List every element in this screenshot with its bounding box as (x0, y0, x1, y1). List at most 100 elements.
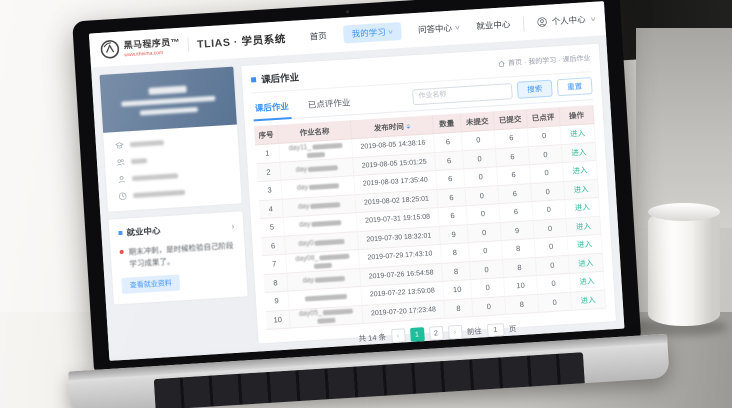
enter-link[interactable]: 进入 (579, 276, 595, 288)
nav-label: 问答中心 (418, 22, 453, 36)
unsubmitted-count: 0 (466, 204, 500, 225)
masked-class-info (140, 106, 198, 115)
nav-item-my-learning[interactable]: 我的学习 ∨ (343, 22, 401, 44)
search-button[interactable]: 搜索 (517, 80, 553, 99)
enter-link[interactable]: 进入 (572, 165, 588, 177)
col-unsubmitted: 未提交 (461, 111, 495, 132)
reset-button[interactable]: 重置 (557, 77, 593, 96)
photo-scene: 黑马程序员™ www.itheima.com TLIAS · 学员系统 首页 我… (0, 0, 732, 408)
chevron-down-icon: ∨ (589, 15, 596, 22)
action-cell: 进入 (561, 124, 596, 145)
job-notice-text: 期末冲刺，是时候检验自己阶段学习成果了。 (128, 240, 236, 270)
submitted-count: 6 (495, 128, 529, 149)
unsubmitted-count: 0 (469, 241, 503, 262)
total-count: 6 (436, 169, 465, 189)
enter-link[interactable]: 进入 (573, 183, 589, 195)
red-dot-icon (120, 250, 124, 254)
unsubmitted-count: 0 (465, 186, 499, 207)
nav-item-home[interactable]: 首页 (309, 30, 327, 43)
submitted-count: 9 (501, 221, 535, 242)
user-menu[interactable]: 个人中心 ∨ (514, 11, 595, 31)
row-index: 9 (265, 292, 290, 312)
tab-reviewed-homework[interactable]: 已点评作业 (305, 91, 353, 117)
submitted-count: 10 (504, 276, 538, 297)
divider (188, 37, 190, 52)
nav-item-job-center[interactable]: 就业中心 (476, 18, 511, 32)
enter-link[interactable]: 进入 (571, 146, 587, 158)
unsubmitted-count: 0 (468, 223, 502, 244)
reviewed-count: 0 (529, 145, 563, 166)
nav-label: 首页 (309, 30, 327, 43)
job-notice: 期末冲刺，是时候检验自己阶段学习成果了。 (119, 240, 236, 270)
unsubmitted-count: 0 (462, 130, 496, 151)
masked-homework-name: day05_ (299, 308, 354, 325)
laptop-screen: 黑马程序员™ www.itheima.com TLIAS · 学员系统 首页 我… (89, 1, 625, 361)
submitted-count: 6 (497, 165, 531, 186)
cup-body (648, 210, 720, 326)
view-job-materials-button[interactable]: 查看就业资料 (121, 275, 180, 295)
submitted-count: 6 (499, 202, 533, 223)
cup-top (648, 203, 720, 221)
reviewed-count: 0 (532, 200, 566, 221)
unsubmitted-count: 0 (470, 260, 504, 281)
main-nav: 首页 我的学习 ∨ 问答中心 ∨ 就业中心 (309, 15, 511, 46)
reviewed-count: 0 (528, 126, 562, 147)
unsubmitted-count: 0 (463, 149, 497, 170)
job-center-header[interactable]: 就业中心 › (118, 220, 235, 239)
breadcrumb: 首页 · 我的学习 · 课后作业 (497, 53, 591, 69)
page-button-2[interactable]: 2 (428, 326, 443, 341)
total-count: 8 (444, 299, 473, 319)
list-item (115, 134, 227, 150)
action-cell: 进入 (570, 272, 605, 293)
col-submitted: 已提交 (494, 109, 528, 130)
homework-table: 序号 作业名称 发布时间 数量 未提交 (254, 105, 606, 330)
homework-name-input[interactable] (412, 83, 513, 105)
content-area: 就业中心 › 期末冲刺，是时候检验自己阶段学习成果了。 查看就业资料 (91, 35, 624, 361)
tabs: 课后作业 已点评作业 (252, 91, 353, 120)
next-page-button[interactable]: › (447, 325, 462, 340)
masked-homework-name: day (299, 219, 342, 229)
total-count: 8 (441, 243, 470, 263)
masked-class-info (121, 95, 215, 106)
coffee-cup (648, 210, 720, 326)
enter-link[interactable]: 进入 (580, 294, 596, 306)
col-label: 发布时间 (374, 120, 405, 133)
row-index: 1 (255, 144, 280, 164)
enter-link[interactable]: 进入 (574, 202, 590, 214)
nav-label: 我的学习 (351, 26, 386, 40)
submitted-count: 6 (496, 147, 530, 168)
submitted-count: 8 (505, 294, 539, 315)
row-index: 7 (262, 255, 287, 275)
total-count: 6 (434, 132, 463, 152)
masked-homework-name: day (298, 201, 341, 211)
enter-link[interactable]: 进入 (578, 257, 594, 269)
enter-link[interactable]: 进入 (577, 239, 593, 251)
masked-text (130, 140, 164, 147)
masked-homework-name (303, 294, 346, 302)
masked-text (131, 158, 147, 164)
col-action: 操作 (559, 105, 594, 126)
brand-text: 黑马程序员™ www.itheima.com (123, 35, 181, 59)
page-button-1[interactable]: 1 (410, 327, 425, 342)
sort-icon[interactable] (406, 123, 410, 128)
home-icon (497, 59, 505, 67)
itheima-logo-icon[interactable] (99, 39, 120, 60)
row-index: 6 (261, 236, 286, 256)
masked-homework-name: day (297, 182, 340, 192)
prev-page-button[interactable]: ‹ (391, 328, 406, 343)
list-item (118, 185, 230, 201)
masked-text (132, 173, 178, 181)
total-count: 6 (439, 206, 468, 226)
enter-link[interactable]: 进入 (576, 220, 592, 232)
enter-link[interactable]: 进入 (570, 128, 586, 140)
nav-item-qa-center[interactable]: 问答中心 ∨ (418, 21, 460, 36)
table-body: 1day11_2019-08-05 14:38:166060进入2day2019… (255, 124, 606, 330)
users-icon (116, 158, 126, 168)
total-count: 8 (442, 262, 471, 282)
goto-page-input[interactable] (486, 323, 504, 337)
laptop-screen-bezel: 黑马程序员™ www.itheima.com TLIAS · 学员系统 首页 我… (72, 0, 641, 373)
tab-homework[interactable]: 课后作业 (252, 95, 291, 121)
action-cell: 进入 (564, 179, 599, 200)
action-cell: 进入 (568, 235, 603, 256)
reviewed-count: 0 (536, 255, 570, 276)
